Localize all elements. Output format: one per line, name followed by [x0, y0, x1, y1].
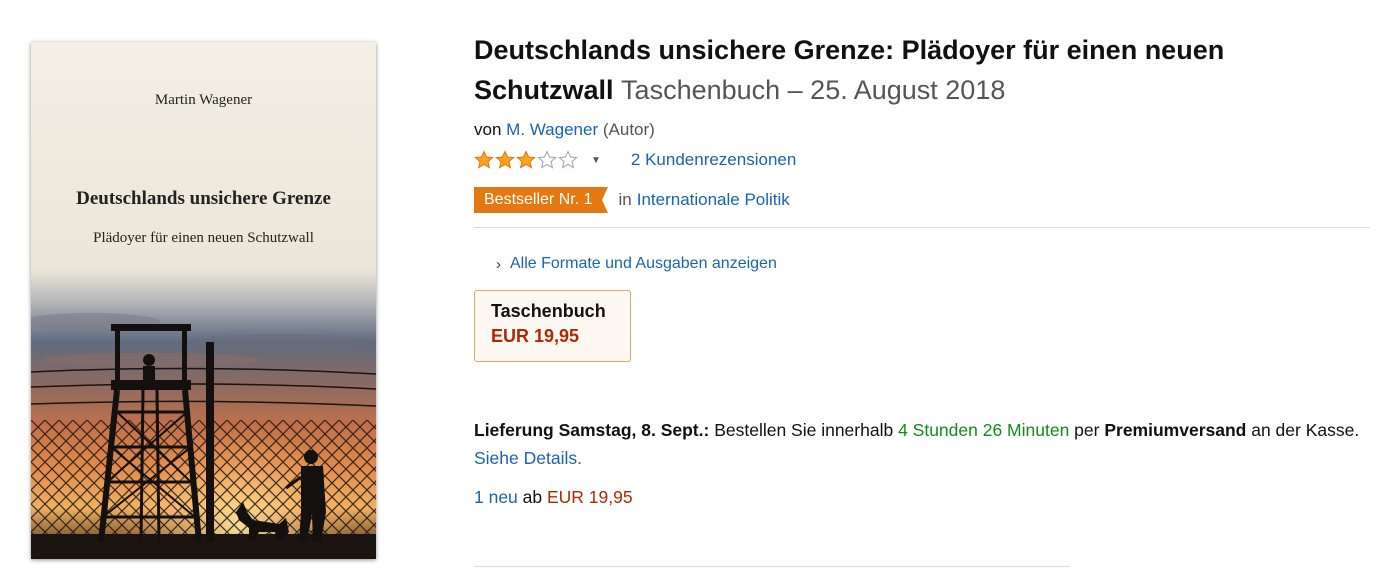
delivery-countdown: 4 Stunden 26 Minuten [898, 420, 1070, 440]
binding-date: Taschenbuch – 25. August 2018 [621, 75, 1006, 105]
delivery-heading: Lieferung Samstag, 8. Sept.: [474, 420, 710, 440]
caret-down-icon[interactable]: ▼ [591, 155, 601, 166]
star-filled-icon [474, 150, 494, 169]
offers-price: EUR 19,95 [547, 487, 633, 507]
cover-subtitle: Plädoyer für einen neuen Schutzwall [93, 230, 314, 246]
cover-title: Deutschlands unsichere Grenze [76, 188, 331, 209]
reviews-link[interactable]: 2 Kundenrezensionen [631, 150, 796, 170]
delivery-message: Lieferung Samstag, 8. Sept.: Bestellen S… [474, 416, 1370, 472]
offers-from: ab [517, 487, 547, 507]
delivery-text-2: per [1069, 420, 1105, 440]
all-formats-link[interactable]: Alle Formate und Ausgaben anzeigen [510, 255, 777, 273]
all-formats-row: › Alle Formate und Ausgaben anzeigen [496, 255, 1370, 273]
delivery-text-3: an der Kasse. [1246, 420, 1360, 440]
star-empty-icon [558, 150, 578, 169]
delivery-details-link[interactable]: Siehe Details. [474, 448, 582, 468]
bottom-divider [474, 566, 1070, 567]
star-empty-icon [537, 150, 557, 169]
star-filled-icon [516, 150, 536, 169]
new-offers-link[interactable]: 1 neu [474, 487, 518, 507]
delivery-method: Premiumversand [1104, 420, 1247, 440]
format-option-taschenbuch[interactable]: Taschenbuch EUR 19,95 [474, 290, 631, 362]
delivery-text-1: Bestellen Sie innerhalb [709, 420, 899, 440]
star-rating[interactable] [474, 150, 578, 170]
cover-artwork [31, 42, 376, 559]
cover-author: Martin Wagener [154, 92, 253, 108]
book-cover-image[interactable]: Martin Wagener Deutschlands unsichere Gr… [31, 42, 376, 559]
format-price: EUR 19,95 [491, 326, 580, 346]
product-title-block: Deutschlands unsichere Grenze: Plädoyer … [474, 30, 1274, 110]
bestseller-badge[interactable]: Bestseller Nr. 1 [474, 187, 609, 213]
author-link[interactable]: M. Wagener [506, 120, 598, 139]
format-name: Taschenbuch [491, 301, 606, 321]
divider [474, 227, 1370, 228]
by-prefix: von [474, 120, 502, 139]
byline: von M. Wagener (Autor) [474, 120, 1370, 140]
chevron-right-icon: › [496, 255, 501, 273]
bestseller-in: in [618, 190, 632, 209]
author-role: (Autor) [602, 120, 655, 139]
rating-row: ▼ 2 Kundenrezensionen [474, 147, 1370, 173]
star-filled-icon [495, 150, 515, 169]
bestseller-category-link[interactable]: Internationale Politik [637, 190, 790, 210]
bestseller-row: Bestseller Nr. 1 in Internationale Polit… [474, 187, 1370, 213]
product-details: Deutschlands unsichere Grenze: Plädoyer … [474, 30, 1370, 508]
offers-row: 1 neu ab EUR 19,95 [474, 487, 1370, 508]
